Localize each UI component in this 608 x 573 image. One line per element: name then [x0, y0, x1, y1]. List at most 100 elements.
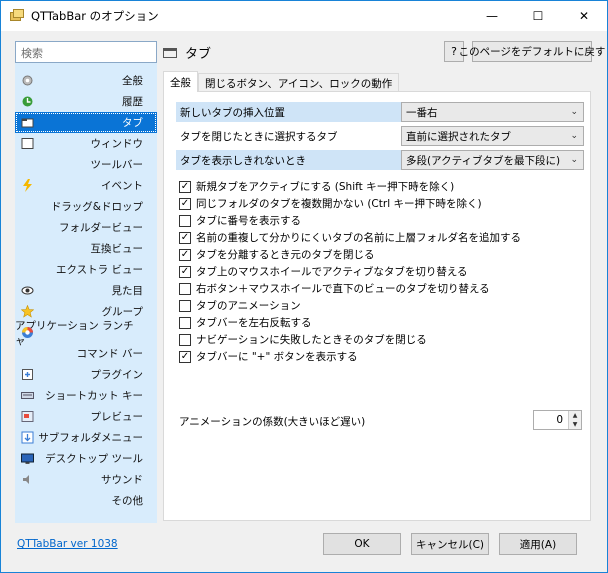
sidebar-nav: 全般 履歴タブウィンドウツールバーイベントドラッグ&ドロップフォルダービュー互換ビ… [15, 70, 157, 511]
spin-down-button[interactable]: ▼ [569, 420, 581, 429]
settings-panel: 新しいタブの挿入位置 一番右 ⌄ タブを閉じたときに選択するタブ 直前に選択され… [163, 91, 591, 521]
sidebar-item-label: ツールバー [90, 159, 144, 171]
setting-row-insert-position: 新しいタブの挿入位置 一番右 ⌄ [176, 102, 584, 122]
speaker-icon [21, 473, 34, 486]
setting-label: タブを閉じたときに選択するタブ [180, 130, 338, 143]
sidebar-item-label: ウィンドウ [90, 138, 144, 150]
select-value: 多段(アクティブタブを最下段に) [406, 154, 561, 167]
title-bar[interactable]: QTTabBar のオプション — ☐ ✕ [1, 1, 607, 31]
page-title-text: タブ [185, 47, 212, 62]
checkbox-label: 同じフォルダのタブを複数開かない (Ctrl キー押下時を除く) [196, 198, 482, 210]
sidebar-item[interactable]: エクストラ ビュー [15, 259, 157, 280]
search-input[interactable]: 検索 [15, 41, 157, 63]
sidebar-item[interactable]: コマンド バー [15, 343, 157, 364]
chevron-down-icon: ⌄ [570, 131, 578, 141]
tab-icon [21, 116, 34, 129]
select-value: 直前に選択されたタブ [406, 130, 511, 143]
checkbox-label: 新規タブをアクティブにする (Shift キー押下時を除く) [196, 181, 455, 193]
spinner-value: 0 [556, 414, 563, 426]
close-button[interactable]: ✕ [561, 1, 607, 31]
sidebar-item[interactable]: プレビュー [15, 406, 157, 427]
checkbox-row[interactable]: ✓ タブ上のマウスホイールでアクティブなタブを切り替える [179, 263, 521, 280]
checkbox-label: タブバーに "+" ボタンを表示する [196, 351, 358, 363]
sidebar-item-label: イベント [101, 180, 143, 192]
sidebar-item[interactable]: ショートカット キー [15, 385, 157, 406]
animation-factor-spinner[interactable]: 0 ▲ ▼ [533, 410, 582, 430]
select-value: 一番右 [406, 106, 438, 119]
sidebar-item[interactable]: 互換ビュー [15, 238, 157, 259]
apply-button[interactable]: 適用(A) [499, 533, 577, 555]
checkbox-row[interactable]: ✓ 同じフォルダのタブを複数開かない (Ctrl キー押下時を除く) [179, 195, 521, 212]
checkbox-row[interactable]: ✓ 新規タブをアクティブにする (Shift キー押下時を除く) [179, 178, 521, 195]
tab-general[interactable]: 全般 [163, 71, 198, 92]
sidebar-item[interactable]: タブ [15, 112, 157, 133]
checkbox-row[interactable]: タブバーを左右反転する [179, 314, 521, 331]
options-window: QTTabBar のオプション — ☐ ✕ 検索 全般 履歴 タブ ウィンドウ ツールバ… [0, 0, 608, 573]
select-on-close-select[interactable]: 直前に選択されたタブ ⌄ [401, 126, 584, 146]
maximize-button[interactable]: ☐ [515, 1, 561, 31]
checkbox[interactable]: ✓ [179, 231, 191, 244]
sidebar-item[interactable]: フォルダービュー [15, 217, 157, 238]
checkbox-label: 右ボタン＋マウスホイールで直下のビューのタブを切り替える [196, 283, 490, 295]
setting-row-overflow: タブを表示しきれないとき 多段(アクティブタブを最下段に) ⌄ [176, 150, 584, 170]
tab-close-button-behavior[interactable]: 閉じるボタン、アイコン、ロックの動作 [198, 73, 400, 92]
sidebar-item[interactable]: その他 [15, 490, 157, 511]
checkbox-row[interactable]: ✓ 名前の重複して分かりにくいタブの名前に上層フォルダ名を追加する [179, 229, 521, 246]
checkbox-row[interactable]: ✓ タブバーに "+" ボタンを表示する [179, 348, 521, 365]
sidebar-item[interactable]: イベント [15, 175, 157, 196]
checkbox-row[interactable]: ナビゲーションに失敗したときそのタブを閉じる [179, 331, 521, 348]
checkbox[interactable]: ✓ [179, 265, 191, 278]
sidebar-item-label: ドラッグ&ドロップ [50, 201, 143, 213]
minimize-button[interactable]: — [469, 1, 515, 31]
sidebar-item-label: その他 [111, 495, 144, 507]
checkbox-row[interactable]: タブに番号を表示する [179, 212, 521, 229]
main-content: タブ ? このページをデフォルトに戻す 全般 閉じるボタン、アイコン、ロックの動… [159, 39, 605, 523]
tab-icon [163, 47, 177, 58]
sidebar-item[interactable]: プラグイン [15, 364, 157, 385]
sidebar-item[interactable]: ドラッグ&ドロップ [15, 196, 157, 217]
checkbox[interactable] [179, 214, 191, 227]
star-icon [20, 304, 35, 318]
sidebar-item-label: サウンド [101, 474, 143, 486]
sidebar-item-label: フォルダービュー [59, 222, 143, 234]
overflow-select[interactable]: 多段(アクティブタブを最下段に) ⌄ [401, 150, 584, 170]
sidebar-item[interactable]: 見た目 [15, 280, 157, 301]
checkbox[interactable] [179, 333, 191, 346]
cancel-button[interactable]: キャンセル(C) [411, 533, 489, 555]
checkbox-row[interactable]: タブのアニメーション [179, 297, 521, 314]
sidebar-item[interactable]: 全般 [15, 70, 157, 91]
keyboard-icon [21, 389, 34, 402]
sidebar-item[interactable]: ツールバー [15, 154, 157, 175]
setting-label: 新しいタブの挿入位置 [180, 106, 285, 119]
chevron-down-icon: ⌄ [570, 155, 578, 165]
checkbox[interactable] [179, 299, 191, 312]
sidebar-item-label: タブ [122, 117, 143, 129]
checkbox[interactable] [179, 316, 191, 329]
checkbox[interactable] [179, 282, 191, 295]
app-folder-icon [10, 9, 24, 23]
sidebar-item[interactable]: アプリケーション ランチャ [15, 320, 157, 347]
sidebar-item[interactable]: ウィンドウ [15, 133, 157, 154]
sidebar-item[interactable]: サブフォルダメニュー [15, 427, 157, 448]
checkbox[interactable]: ✓ [179, 180, 191, 193]
checkbox[interactable]: ✓ [179, 350, 191, 363]
checkbox-row[interactable]: ✓ タブを分離するとき元のタブを閉じる [179, 246, 521, 263]
sidebar-item-label: プレビュー [90, 411, 144, 423]
spin-up-button[interactable]: ▲ [569, 411, 581, 420]
version-link[interactable]: QTTabBar ver 1038 [17, 538, 118, 550]
insert-position-select[interactable]: 一番右 ⌄ [401, 102, 584, 122]
checkbox-label: ナビゲーションに失敗したときそのタブを閉じる [196, 334, 427, 346]
sidebar-item[interactable]: サウンド [15, 469, 157, 490]
preview-icon [21, 410, 34, 423]
ok-button[interactable]: OK [323, 533, 401, 555]
window-title: QTTabBar のオプション [31, 9, 159, 23]
sidebar-item[interactable]: 履歴 [15, 91, 157, 112]
checkbox[interactable]: ✓ [179, 248, 191, 261]
checkbox-row[interactable]: 右ボタン＋マウスホイールで直下のビューのタブを切り替える [179, 280, 521, 297]
reset-default-button[interactable]: このページをデフォルトに戻す [459, 41, 605, 62]
sidebar-item[interactable]: デスクトップ ツール [15, 448, 157, 469]
checkbox[interactable]: ✓ [179, 197, 191, 210]
tab-strip: 全般 閉じるボタン、アイコン、ロックの動作 [163, 71, 400, 92]
launcher-icon [21, 326, 34, 339]
eye-icon [21, 284, 34, 297]
